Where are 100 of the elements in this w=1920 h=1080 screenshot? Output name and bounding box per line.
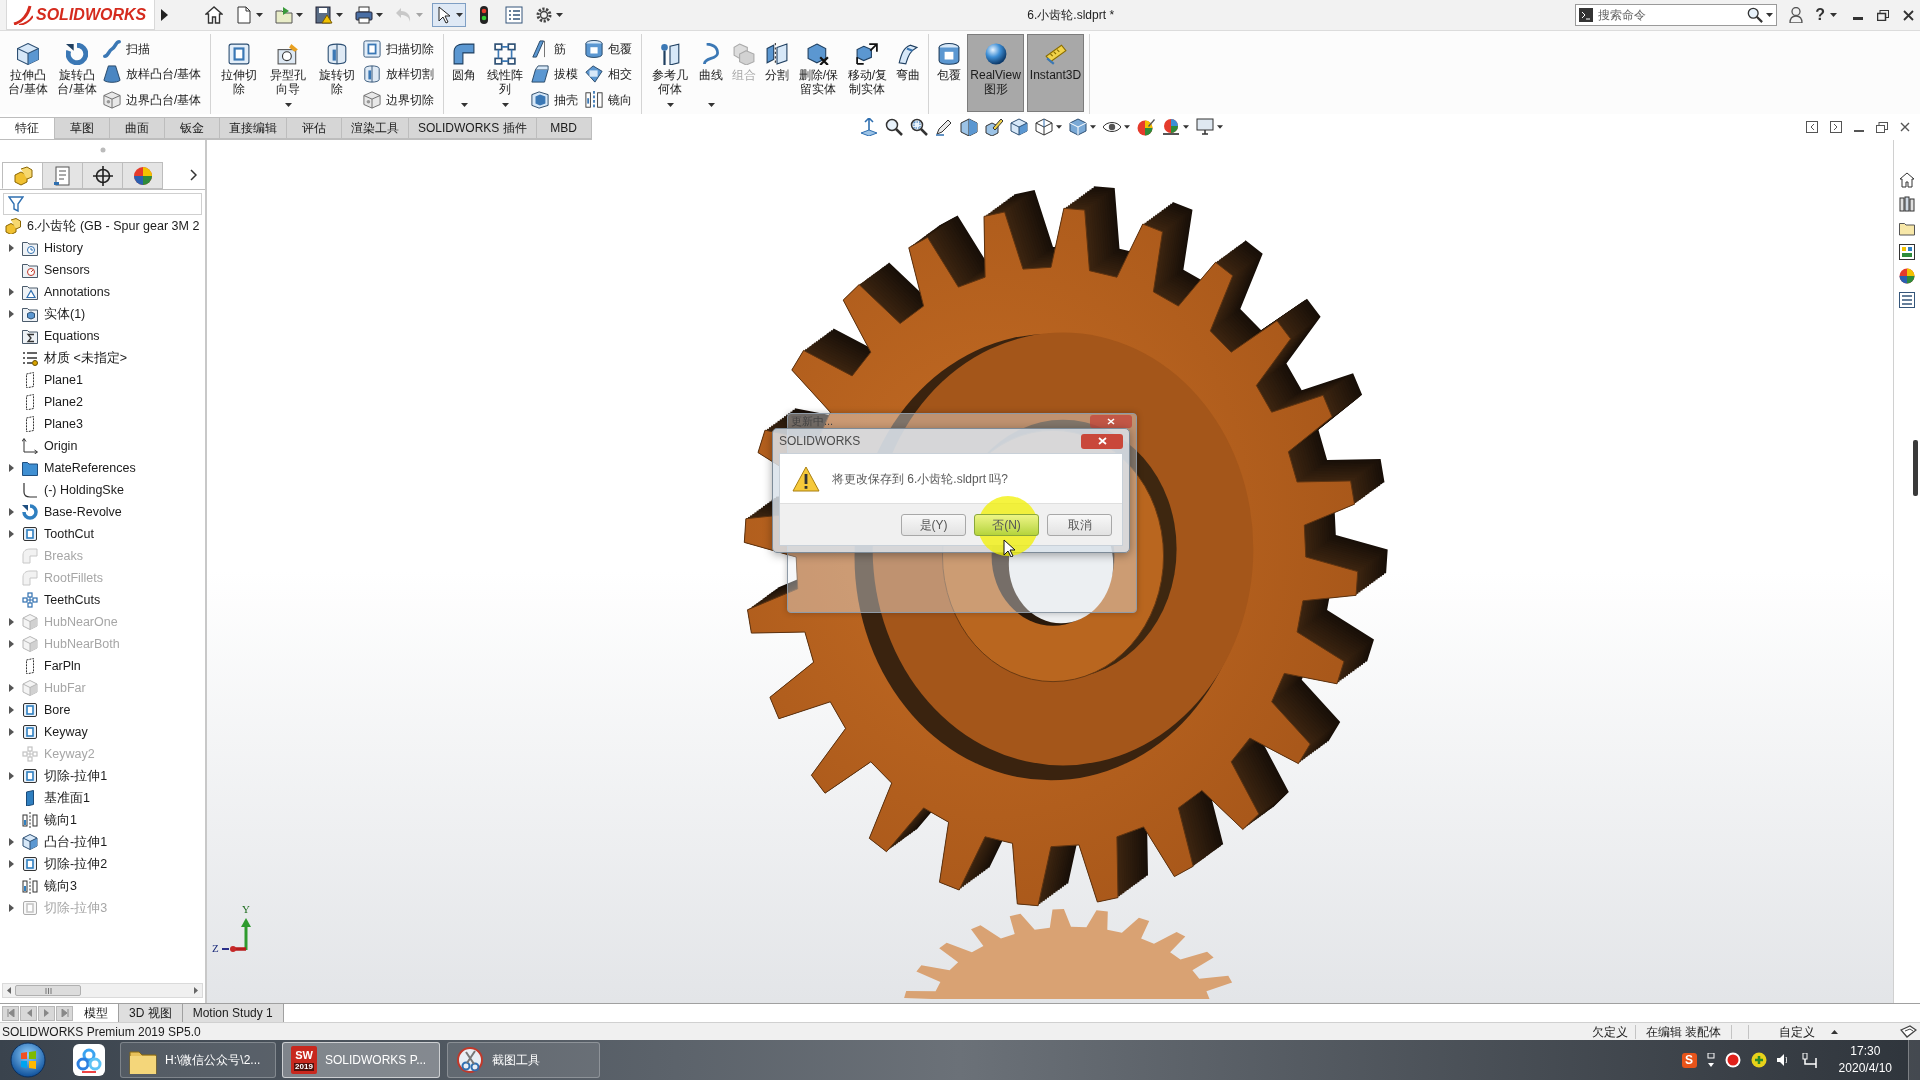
scroll-left-icon[interactable] [7,987,11,994]
ribbon-tab[interactable]: MBD [535,117,592,139]
restore-icon[interactable] [1876,121,1888,133]
folder-icon[interactable] [1899,220,1915,236]
dialog-button[interactable]: 取消 [1047,513,1112,536]
tool-button[interactable]: 删除/保留实体 [795,34,842,112]
dialog-button[interactable]: 否(N) [974,513,1039,536]
tool-button[interactable]: 扫描切除 [363,37,439,60]
expand-arrow-icon[interactable] [8,838,14,846]
expand-arrow-icon[interactable] [8,640,14,648]
tree-item[interactable]: Bore [0,699,205,721]
tab-scroll-button[interactable] [20,1005,37,1021]
ribbon-tab[interactable]: 直接编辑 [219,117,287,139]
library-icon[interactable] [1899,196,1915,212]
close-button[interactable] [1090,415,1132,428]
expand-arrow-icon[interactable] [8,288,14,296]
taskbar-button[interactable]: SW 2019 SOLIDWORKS P... [282,1042,440,1078]
tool-button[interactable]: 拉伸切除 [216,34,263,112]
view-tool-button[interactable] [960,116,978,138]
select-button[interactable] [432,3,467,27]
dialog-button[interactable]: 是(Y) [901,513,966,536]
ribbon-tab[interactable]: SOLIDWORKS 插件 [408,117,537,139]
tool-button[interactable]: 放样切割 [363,62,439,86]
expand-arrow-icon[interactable] [8,464,14,472]
input-method-indicator[interactable]: S [1681,1052,1697,1068]
filter-field[interactable] [3,193,202,215]
status-units[interactable]: 自定义 [1779,1022,1815,1041]
tool-button[interactable]: 包覆 [585,37,637,60]
search-field[interactable]: 搜索命令 [1593,5,1748,25]
tree-item[interactable]: Origin [0,435,205,457]
tree-item[interactable]: MateReferences [0,457,205,479]
view-tool-button[interactable] [1196,116,1223,138]
caret-up-icon[interactable] [1831,1029,1838,1034]
tool-button[interactable]: 放样凸台/基体 [103,62,206,86]
expand-arrow-icon[interactable] [8,508,14,516]
tree-item[interactable]: 切除-拉伸1 [0,765,205,787]
tree-item[interactable]: Annotations [0,281,205,303]
view-tab[interactable]: 3D 视图 [119,1004,183,1022]
tree-item[interactable]: Base-Revolve [0,501,205,523]
view-tool-button[interactable] [885,116,903,138]
tile-right-icon[interactable] [1830,121,1842,133]
expand-arrow-icon[interactable] [8,772,14,780]
tool-button[interactable]: 包覆 [934,34,965,112]
tool-button[interactable]: 参考几何体 [647,34,694,112]
tool-button[interactable]: 拔模 [531,62,583,86]
tool-button[interactable]: 扫描 [103,37,206,60]
tree-item[interactable]: Plane1 [0,369,205,391]
home-icon[interactable] [1899,172,1915,188]
view-tool-button[interactable] [1035,116,1062,138]
ribbon-tab[interactable]: 评估 [286,117,342,139]
tree-item[interactable]: (-) HoldingSke [0,479,205,501]
tree-item[interactable]: Equations [0,325,205,347]
expand-arrow-icon[interactable] [8,904,14,912]
tree-item[interactable]: Plane3 [0,413,205,435]
rebuild-status-icon[interactable] [1900,1025,1917,1038]
tool-button[interactable]: 镜向 [585,88,637,111]
ribbon-tab[interactable]: 钣金 [164,117,220,139]
tool-button[interactable]: 曲线 [696,34,727,112]
ribbon-tab[interactable]: 渲染工具 [341,117,409,139]
tool-button[interactable]: 抽壳 [531,88,583,111]
tree-item[interactable]: 镜向3 [0,875,205,897]
tile-left-icon[interactable] [1806,121,1818,133]
tool-button[interactable]: 边界切除 [363,88,439,111]
color-wheel-icon[interactable] [1899,268,1915,284]
scroll-right-icon[interactable] [194,987,198,994]
app-button[interactable] [70,1042,108,1078]
horizontal-scrollbar[interactable] [2,983,203,998]
ribbon-tab[interactable]: 曲面 [109,117,165,139]
panel-tab[interactable] [82,162,123,189]
scrollbar-thumb[interactable] [15,985,81,996]
view-tool-button[interactable] [985,116,1003,138]
tray-overflow-icon[interactable] [1706,1053,1715,1067]
tool-button[interactable]: 相交 [585,62,637,86]
view-tool-button[interactable] [1069,116,1096,138]
tree-item[interactable]: TeethCuts [0,589,205,611]
ribbon-tab[interactable]: 草图 [54,117,110,139]
tool-button[interactable]: 旋转切除 [314,34,361,112]
tab-scroll-button[interactable] [56,1005,73,1021]
tree-item[interactable]: Sensors [0,259,205,281]
tool-button[interactable]: Instant3D [1026,34,1085,112]
tab-scroll-button[interactable] [38,1005,55,1021]
record-icon[interactable] [1724,1052,1741,1068]
properties-list-icon[interactable] [1899,292,1915,308]
expand-arrow-icon[interactable] [8,310,14,318]
expand-arrow-icon[interactable] [8,618,14,626]
tree-item[interactable]: History [0,237,205,259]
tree-item[interactable]: Plane2 [0,391,205,413]
network-icon[interactable] [1800,1052,1817,1068]
tree-item[interactable]: 基准面1 [0,787,205,809]
expand-arrow-icon[interactable] [8,244,14,252]
user-icon[interactable] [1789,7,1804,23]
tool-button[interactable]: RealView 图形 [967,34,1024,112]
caret-icon[interactable] [1766,13,1774,17]
tree-item[interactable]: FarPln [0,655,205,677]
pane-splitter-handle[interactable] [1913,440,1918,496]
tree-item[interactable]: ToothCut [0,523,205,545]
tool-button[interactable]: 异型孔向导 [265,34,312,112]
taskbar-button[interactable]: 截图工具 [447,1042,600,1078]
close-button[interactable] [1081,433,1123,449]
search-icon[interactable] [1747,7,1764,23]
